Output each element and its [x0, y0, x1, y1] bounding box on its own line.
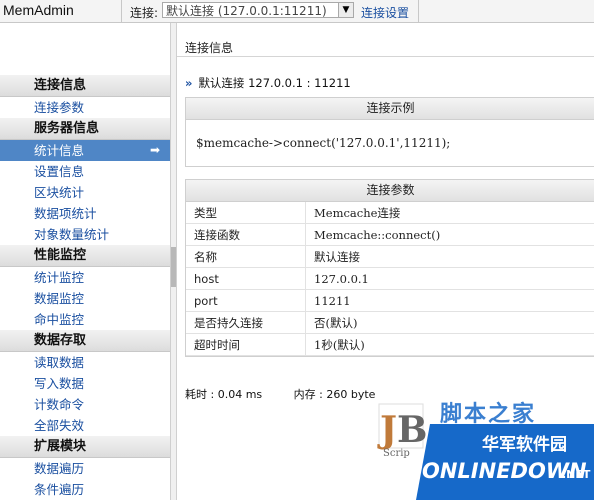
arrow-right-icon: ➡ [149, 143, 160, 157]
top-divider [121, 0, 122, 22]
stats-line: 耗时 : 0.04 ms 内存 : 260 byte [185, 386, 403, 402]
sidebar-item[interactable]: 统计信息 ➡ [0, 140, 170, 161]
sidebar-item[interactable]: 条件遍历 [0, 479, 170, 500]
param-key: 超时时间 [186, 333, 306, 356]
table-row: 是否持久连接 否(默认) [186, 311, 594, 334]
param-value: Memcache连接 [305, 202, 594, 224]
sidebar-item[interactable]: 数据监控 [0, 288, 170, 309]
sidebar-item-label: 对象数量统计 [34, 227, 110, 242]
connection-settings-link[interactable]: 连接设置 [361, 4, 409, 21]
connection-label: 连接: [130, 6, 159, 20]
sidebar: 连接信息连接参数服务器信息统计信息 ➡ 设置信息区块统计数据项统计对象数量统计性能监… [0, 23, 171, 500]
params-table: 类型 Memcache连接 连接函数 Memcache::connect() 名称 默认连… [186, 202, 594, 356]
sidebar-item[interactable]: 计数命令 [0, 394, 170, 415]
top-bar: MemAdmin 连接: 默认连接 (127.0.0.1:11211) ▼ 连接… [0, 0, 594, 23]
scrollbar-thumb[interactable] [171, 247, 176, 287]
table-row: 连接函数 Memcache::connect() [186, 223, 594, 246]
params-panel-header: 连接参数 [186, 180, 594, 202]
param-value: 1秒(默认) [305, 333, 594, 356]
params-panel: 连接参数 类型 Memcache连接 连接函数 Memcache::connect()… [185, 179, 594, 357]
table-row: 超时时间 1秒(默认) [186, 333, 594, 356]
page-title: 连接信息 [177, 35, 594, 57]
sidebar-item-label: 统计信息 [34, 143, 85, 158]
sidebar-item[interactable]: 统计监控 [0, 267, 170, 288]
sidebar-item[interactable]: 全部失效 [0, 415, 170, 436]
table-row: 类型 Memcache连接 [186, 202, 594, 224]
table-row: host 127.0.0.1 [186, 267, 594, 290]
sidebar-item-label: 统计监控 [34, 270, 85, 285]
sidebar-item-label: 数据监控 [34, 291, 85, 306]
param-key: host [186, 267, 306, 290]
sidebar-item-label: 数据项统计 [34, 206, 97, 221]
sidebar-item-label: 读取数据 [34, 355, 85, 370]
connection-select-value: 默认连接 (127.0.0.1:11211) [166, 4, 327, 18]
sidebar-menu: 连接信息连接参数服务器信息统计信息 ➡ 设置信息区块统计数据项统计对象数量统计性能监… [0, 75, 170, 500]
svg-text:J: J [377, 409, 397, 451]
connection-line-text: 默认连接 127.0.0.1 : 11211 [198, 76, 351, 90]
sidebar-item[interactable]: 读取数据 [0, 352, 170, 373]
table-row: port 11211 [186, 289, 594, 312]
sidebar-item[interactable]: 命中监控 [0, 309, 170, 330]
sidebar-item-label: 条件遍历 [34, 482, 85, 497]
sidebar-item[interactable]: 连接参数 [0, 97, 170, 118]
time-used: 耗时 : 0.04 ms [185, 388, 263, 401]
sidebar-item[interactable]: 设置信息 [0, 161, 170, 182]
onlinedown-logo: 华军软件园 ONLINEDOWN .NET [416, 424, 594, 500]
param-value: 否(默认) [305, 311, 594, 334]
app-title: MemAdmin [3, 2, 74, 18]
param-key: port [186, 289, 306, 312]
badge-cn-text: 华军软件园 [482, 434, 567, 455]
example-panel-header: 连接示例 [186, 98, 594, 120]
sidebar-item-label: 全部失效 [34, 418, 85, 433]
example-code: $memcache->connect('127.0.0.1',11211); [196, 136, 451, 150]
sidebar-item-label: 写入数据 [34, 376, 85, 391]
sidebar-item-label: 数据遍历 [34, 461, 85, 476]
memory-used: 内存 : 260 byte [293, 388, 376, 401]
sidebar-item-label: 命中监控 [34, 312, 85, 327]
connection-line: » 默认连接 127.0.0.1 : 11211 [185, 75, 351, 91]
sidebar-item[interactable]: 数据项统计 [0, 203, 170, 224]
param-value: 11211 [305, 289, 594, 312]
param-value: Memcache::connect() [305, 223, 594, 246]
sidebar-item[interactable]: 写入数据 [0, 373, 170, 394]
menu-group-header[interactable]: 性能监控 [0, 245, 170, 267]
sidebar-item-label: 设置信息 [34, 164, 85, 179]
connection-select[interactable]: 默认连接 (127.0.0.1:11211) ▼ [162, 2, 354, 18]
sidebar-item-label: 区块统计 [34, 185, 85, 200]
param-key: 名称 [186, 245, 306, 268]
sidebar-item[interactable]: 区块统计 [0, 182, 170, 203]
param-key: 连接函数 [186, 223, 306, 246]
menu-group-header[interactable]: 扩展模块 [0, 436, 170, 458]
sidebar-item-label: 计数命令 [34, 397, 85, 412]
param-key: 类型 [186, 202, 306, 224]
param-value: 127.0.0.1 [305, 267, 594, 290]
watermark-script-text: Scrip [383, 448, 410, 459]
sidebar-item[interactable]: 对象数量统计 [0, 224, 170, 245]
badge-suffix-text: .NET [562, 468, 591, 481]
menu-group-header[interactable]: 连接信息 [0, 75, 170, 97]
table-row: 名称 默认连接 [186, 245, 594, 268]
menu-group-header[interactable]: 服务器信息 [0, 118, 170, 140]
example-panel: 连接示例 $memcache->connect('127.0.0.1',1121… [185, 97, 594, 167]
param-key: 是否持久连接 [186, 311, 306, 334]
top-divider [418, 0, 419, 22]
sidebar-item[interactable]: 数据遍历 [0, 458, 170, 479]
double-chevron-icon: » [185, 76, 193, 90]
sidebar-item-label: 连接参数 [34, 100, 85, 115]
param-value: 默认连接 [305, 245, 594, 268]
menu-group-header[interactable]: 数据存取 [0, 330, 170, 352]
chevron-down-icon[interactable]: ▼ [338, 2, 354, 18]
